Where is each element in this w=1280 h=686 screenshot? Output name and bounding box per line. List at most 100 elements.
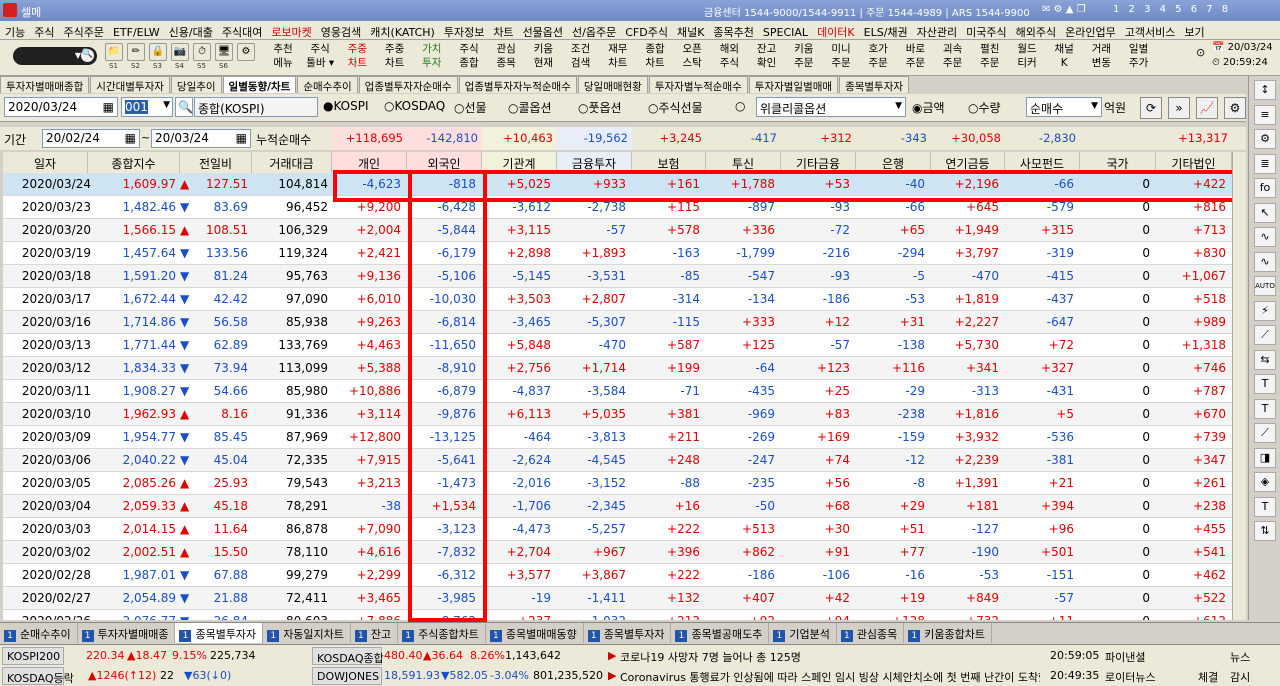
menu-item[interactable]: 온라인업무: [1060, 21, 1120, 39]
date-field[interactable]: 2020/03/24 ▦: [4, 97, 118, 117]
column-header[interactable]: 투신: [706, 152, 781, 173]
toolbar-button[interactable]: 재무 차트: [601, 42, 635, 70]
toolbar-button[interactable]: 오픈 스탁: [675, 42, 709, 70]
side-tool-icon[interactable]: ⚙: [1254, 129, 1276, 149]
folder-icon[interactable]: 📁: [105, 43, 123, 61]
bottom-tab[interactable]: 1 기업분석: [769, 623, 837, 643]
column-header[interactable]: 일자: [3, 152, 88, 173]
toolbar-button[interactable]: 월드 티커: [1010, 42, 1044, 70]
search-button[interactable]: 🔍: [175, 97, 193, 117]
side-tool-icon[interactable]: ⟋: [1254, 423, 1276, 443]
side-tool-icon[interactable]: ⚡: [1254, 300, 1276, 321]
timer-icon[interactable]: ⏱: [193, 43, 211, 61]
market-radio[interactable]: ○콜옵션: [508, 99, 552, 116]
tab[interactable]: 당일추이: [170, 76, 222, 93]
menu-item[interactable]: 로보마켓: [266, 21, 315, 39]
news-headline-2[interactable]: Coronavirus 통행료가 인상됨에 따라 스페인 임시 빙상 시체안치소…: [620, 669, 1040, 685]
side-tool-icon[interactable]: ⟋: [1254, 325, 1276, 345]
toolbar-button[interactable]: 종합 차트: [638, 42, 672, 70]
side-tool-icon[interactable]: ≣: [1254, 153, 1276, 174]
settings-button[interactable]: ⚙: [1224, 97, 1246, 119]
table-row[interactable]: 2020/03/24 1,609.97 ▲ 127.51 104,814 -4,623 -8…: [3, 173, 1246, 196]
toolbar-button[interactable]: 호가 주문: [861, 42, 895, 70]
monitor-button[interactable]: 감시: [1230, 669, 1250, 685]
market-radio[interactable]: ○: [735, 99, 745, 113]
table-row[interactable]: 2020/03/13 1,771.44 ▼ 62.89 133,769 +4,463 -11…: [3, 334, 1246, 357]
code-field[interactable]: 001 ▼: [121, 97, 173, 117]
gear-icon[interactable]: ⚙: [237, 43, 255, 61]
sort-select[interactable]: 순매수 ▼: [1026, 97, 1102, 117]
column-header[interactable]: 기타금융: [781, 152, 856, 173]
bottom-tab[interactable]: 1 종목별투자자: [584, 623, 672, 643]
side-tool-icon[interactable]: ◨: [1254, 447, 1276, 468]
bottom-tab[interactable]: 1 투자자별매매종: [78, 623, 176, 643]
toolbar-button[interactable]: 가치 투자: [415, 42, 449, 70]
side-tool-icon[interactable]: ↖: [1254, 202, 1276, 223]
menu-item[interactable]: 데이터K: [812, 21, 859, 39]
side-tool-icon[interactable]: fo: [1254, 178, 1276, 198]
tab[interactable]: 순매수추이: [297, 76, 358, 93]
toolbar-button[interactable]: 미니 주문: [824, 42, 858, 70]
titlebar-icons[interactable]: ✉ ⚙ ▲ ❐: [1042, 4, 1086, 15]
market-radio[interactable]: ○풋옵션: [578, 99, 622, 116]
table-row[interactable]: 2020/03/19 1,457.64 ▼ 133.56 119,324 +2,421 -6…: [3, 242, 1246, 265]
side-tool-icon[interactable]: ≡: [1254, 104, 1276, 125]
menu-item[interactable]: 주식대여: [217, 21, 266, 39]
column-header[interactable]: 기타법인: [1156, 152, 1232, 173]
table-row[interactable]: 2020/03/20 1,566.15 ▲ 108.51 106,329 +2,004 -5…: [3, 219, 1246, 242]
column-header[interactable]: 개인: [332, 152, 407, 173]
table-row[interactable]: 2020/03/16 1,714.86 ▼ 56.58 85,938 +9,263 -6,8…: [3, 311, 1246, 334]
menu-item[interactable]: 채널K: [672, 21, 708, 39]
bottom-tab[interactable]: 1 잔고: [351, 623, 399, 643]
toolbar-button[interactable]: 채널 K: [1047, 42, 1081, 70]
side-tool-icon[interactable]: T: [1254, 398, 1276, 419]
side-tool-icon[interactable]: ◈: [1254, 472, 1276, 492]
toolbar-button[interactable]: 추천 메뉴: [266, 42, 300, 70]
menu-item[interactable]: 신용/대출: [164, 21, 217, 39]
bottom-tab[interactable]: 1 종목별투자자: [175, 623, 264, 643]
screen-numbers[interactable]: 1 2 3 4 5 6 7 8: [1113, 4, 1231, 15]
column-header[interactable]: 금융투자: [557, 152, 632, 173]
bottom-tab[interactable]: 1 순매수추이: [0, 623, 78, 643]
toolbar-button[interactable]: 주중 차트: [340, 42, 374, 70]
toolbar-button[interactable]: 주중 차트: [378, 42, 412, 70]
side-tool-icon[interactable]: T: [1254, 374, 1276, 394]
table-row[interactable]: 2020/02/28 1,987.01 ▼ 67.88 99,279 +2,299 -6,3…: [3, 564, 1246, 587]
news-headline-1[interactable]: 코로나19 사망자 7명 늘어나 총 125명: [620, 649, 801, 665]
toolbar-button[interactable]: 키움 주문: [787, 42, 821, 70]
tab[interactable]: 업종별투자자누적순매수: [458, 76, 577, 93]
column-header[interactable]: 종합지수: [88, 152, 180, 173]
menu-item[interactable]: 주식: [29, 21, 58, 39]
menu-item[interactable]: 종목추천: [708, 21, 757, 39]
market-radio[interactable]: ○선물: [454, 99, 487, 116]
tab[interactable]: 투자자별매매종합: [0, 76, 90, 93]
table-row[interactable]: 2020/03/17 1,672.44 ▼ 42.42 97,090 +6,010 -10,…: [3, 288, 1246, 311]
menu-item[interactable]: 보기: [1179, 21, 1208, 39]
market-radio[interactable]: ○KOSDAQ: [384, 99, 445, 113]
amount-radio[interactable]: ◉금액: [912, 99, 945, 116]
toolbar-button[interactable]: 잔고 확인: [750, 42, 784, 70]
table-row[interactable]: 2020/03/10 1,962.93 ▲ 8.16 91,336 +3,114 -9,87…: [3, 403, 1246, 426]
column-header[interactable]: 연기금등: [931, 152, 1005, 173]
bottom-tab[interactable]: 1 자동일지차트: [263, 623, 351, 643]
monitor-icon[interactable]: 🖥: [215, 43, 233, 61]
account-combo[interactable]: ▼ 🔍: [13, 47, 97, 65]
table-row[interactable]: 2020/03/23 1,482.46 ▼ 83.69 96,452 +9,200 -6,4…: [3, 196, 1246, 219]
side-tool-icon[interactable]: ↕: [1254, 80, 1276, 100]
table-row[interactable]: 2020/03/06 2,040.22 ▼ 45.04 72,335 +7,915 -5,6…: [3, 449, 1246, 472]
toolbar-button[interactable]: 주식 툴바 ▾: [303, 42, 337, 70]
column-header[interactable]: 거래대금: [252, 152, 332, 173]
toolbar-button[interactable]: 거래 변동: [1084, 42, 1118, 70]
market-radio[interactable]: ●KOSPI: [323, 99, 369, 113]
weekly-option-select[interactable]: 위클리콜옵션 ▼: [756, 97, 906, 117]
menu-item[interactable]: 주식주문: [59, 21, 108, 39]
column-header[interactable]: 전일비: [180, 152, 252, 173]
toolbar-button[interactable]: 키움 현재: [526, 42, 560, 70]
side-tool-icon[interactable]: ∿: [1254, 251, 1276, 272]
menu-item[interactable]: 차트: [488, 21, 517, 39]
table-row[interactable]: 2020/02/27 2,054.89 ▼ 21.88 72,411 +3,465 -3,9…: [3, 587, 1246, 610]
bottom-tab[interactable]: 1 종목별공매도추: [671, 623, 770, 643]
table-row[interactable]: 2020/03/11 1,908.27 ▼ 54.66 85,980 +10,886 -6,…: [3, 380, 1246, 403]
toolbar-button[interactable]: 관심 종목: [489, 42, 523, 70]
period-from[interactable]: 20/02/24 ▦: [42, 129, 140, 148]
